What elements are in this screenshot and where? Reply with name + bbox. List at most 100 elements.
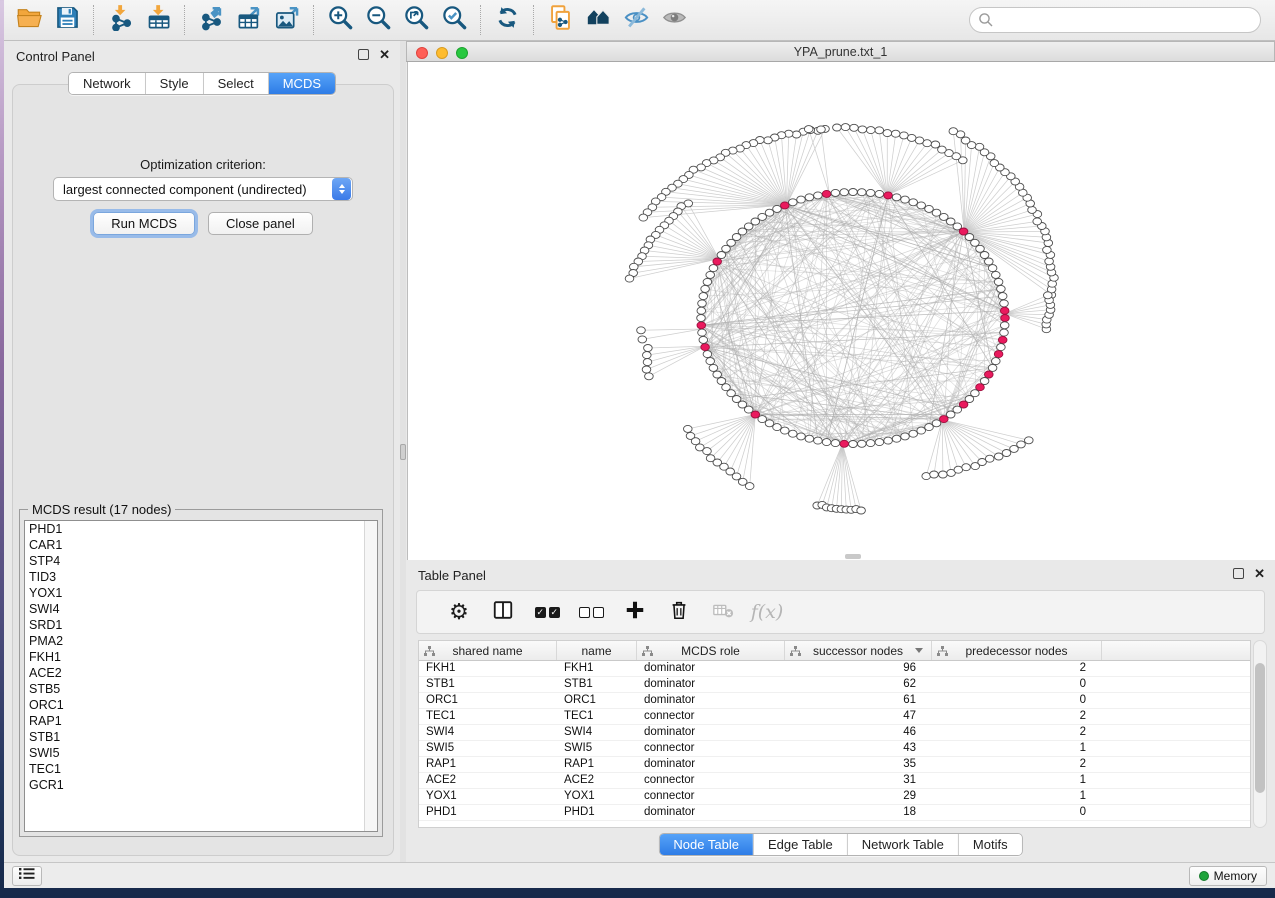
table-cell[interactable]: 46	[785, 725, 932, 740]
export-image-button[interactable]	[268, 2, 306, 38]
table-cell[interactable]: STB1	[419, 677, 557, 692]
table-cell[interactable]: STB1	[557, 677, 637, 692]
table-cell[interactable]: 31	[785, 773, 932, 788]
run-mcds-button[interactable]: Run MCDS	[93, 212, 195, 235]
zoom-fit-button[interactable]	[397, 2, 435, 38]
mcds-list-item[interactable]: TID3	[25, 569, 377, 585]
table-cell[interactable]: 29	[785, 789, 932, 804]
task-history-button[interactable]	[12, 866, 42, 886]
table-row[interactable]: YOX1YOX1connector291	[419, 789, 1250, 805]
delete-column-button[interactable]	[657, 593, 701, 631]
export-network-button[interactable]	[192, 2, 230, 38]
column-header-shared-name[interactable]: shared name	[419, 641, 557, 660]
table-settings-button[interactable]: ⚙	[437, 593, 481, 631]
network-canvas[interactable]	[407, 62, 1275, 560]
table-cell[interactable]: 1	[932, 773, 1102, 788]
float-panel-icon[interactable]	[358, 49, 369, 60]
hide-selected-button[interactable]	[617, 2, 655, 38]
search-input[interactable]	[969, 7, 1261, 33]
mcds-list-item[interactable]: SWI4	[25, 601, 377, 617]
tab-network-table[interactable]: Network Table	[847, 834, 958, 855]
table-cell[interactable]: SWI4	[419, 725, 557, 740]
first-neighbors-button[interactable]	[579, 2, 617, 38]
table-cell[interactable]: 0	[932, 693, 1102, 708]
table-row[interactable]: RAP1RAP1dominator352	[419, 757, 1250, 773]
table-row[interactable]: SWI4SWI4dominator462	[419, 725, 1250, 741]
table-cell[interactable]: 35	[785, 757, 932, 772]
table-cell[interactable]: 43	[785, 741, 932, 756]
close-panel-icon[interactable]: ✕	[379, 49, 390, 60]
table-cell[interactable]: PHD1	[557, 805, 637, 820]
table-row[interactable]: SWI5SWI5connector431	[419, 741, 1250, 757]
select-all-button[interactable]	[525, 593, 569, 631]
zoom-out-button[interactable]	[359, 2, 397, 38]
tab-select[interactable]: Select	[203, 73, 268, 94]
mcds-list-item[interactable]: PMA2	[25, 633, 377, 649]
clone-network-button[interactable]	[541, 2, 579, 38]
table-cell[interactable]: 1	[932, 741, 1102, 756]
save-session-button[interactable]	[48, 2, 86, 38]
table-scrollbar-thumb[interactable]	[1255, 663, 1265, 793]
mcds-list-item[interactable]: STP4	[25, 553, 377, 569]
table-cell[interactable]: 0	[932, 677, 1102, 692]
table-cell[interactable]: dominator	[637, 757, 785, 772]
table-row[interactable]: ORC1ORC1dominator610	[419, 693, 1250, 709]
mcds-list-item[interactable]: SWI5	[25, 745, 377, 761]
table-cell[interactable]: dominator	[637, 677, 785, 692]
table-cell[interactable]: 2	[932, 757, 1102, 772]
mcds-list-item[interactable]: ACE2	[25, 665, 377, 681]
table-cell[interactable]: 2	[932, 725, 1102, 740]
table-row[interactable]: TEC1TEC1connector472	[419, 709, 1250, 725]
table-cell[interactable]: connector	[637, 741, 785, 756]
table-cell[interactable]: ORC1	[419, 693, 557, 708]
table-cell[interactable]: dominator	[637, 693, 785, 708]
column-header-name[interactable]: name	[557, 641, 637, 660]
table-scrollbar[interactable]	[1253, 640, 1267, 828]
deselect-all-button[interactable]	[569, 593, 613, 631]
mcds-list-scrollbar[interactable]	[364, 521, 377, 831]
table-cell[interactable]: YOX1	[419, 789, 557, 804]
float-table-panel-icon[interactable]	[1233, 568, 1244, 579]
table-cell[interactable]: connector	[637, 709, 785, 724]
mcds-list-item[interactable]: TEC1	[25, 761, 377, 777]
table-cell[interactable]: 62	[785, 677, 932, 692]
table-row[interactable]: FKH1FKH1dominator962	[419, 661, 1250, 677]
table-cell[interactable]: 61	[785, 693, 932, 708]
export-table-button[interactable]	[230, 2, 268, 38]
mcds-list-item[interactable]: STB5	[25, 681, 377, 697]
open-file-button[interactable]	[10, 2, 48, 38]
mcds-list-item[interactable]: GCR1	[25, 777, 377, 793]
table-cell[interactable]: ORC1	[557, 693, 637, 708]
mcds-list-item[interactable]: RAP1	[25, 713, 377, 729]
table-cell[interactable]: dominator	[637, 661, 785, 676]
table-cell[interactable]: FKH1	[419, 661, 557, 676]
close-table-panel-icon[interactable]: ✕	[1254, 568, 1265, 579]
tab-network[interactable]: Network	[69, 73, 145, 94]
mcds-list-item[interactable]: PHD1	[25, 521, 377, 537]
table-cell[interactable]: 96	[785, 661, 932, 676]
show-columns-button[interactable]	[481, 593, 525, 631]
tab-edge-table[interactable]: Edge Table	[753, 834, 847, 855]
table-cell[interactable]: SWI5	[557, 741, 637, 756]
show-all-button[interactable]	[655, 2, 693, 38]
zoom-selected-button[interactable]	[435, 2, 473, 38]
table-cell[interactable]: PHD1	[419, 805, 557, 820]
table-cell[interactable]: TEC1	[557, 709, 637, 724]
network-hscroll-thumb[interactable]	[845, 554, 861, 559]
close-panel-button[interactable]: Close panel	[208, 212, 313, 235]
table-cell[interactable]: TEC1	[419, 709, 557, 724]
mcds-list-item[interactable]: STB1	[25, 729, 377, 745]
table-cell[interactable]: FKH1	[557, 661, 637, 676]
mcds-list-item[interactable]: ORC1	[25, 697, 377, 713]
tab-style[interactable]: Style	[145, 73, 203, 94]
mcds-list-item[interactable]: YOX1	[25, 585, 377, 601]
column-header-successor-nodes[interactable]: successor nodes	[785, 641, 932, 660]
mcds-list-item[interactable]: SRD1	[25, 617, 377, 633]
table-cell[interactable]: SWI5	[419, 741, 557, 756]
table-cell[interactable]: YOX1	[557, 789, 637, 804]
optimization-criterion-dropdown[interactable]: largest connected component (undirected)	[53, 177, 353, 201]
memory-button[interactable]: Memory	[1189, 866, 1267, 886]
column-header-mcds-role[interactable]: MCDS role	[637, 641, 785, 660]
table-row[interactable]: PHD1PHD1dominator180	[419, 805, 1250, 821]
table-cell[interactable]: 18	[785, 805, 932, 820]
